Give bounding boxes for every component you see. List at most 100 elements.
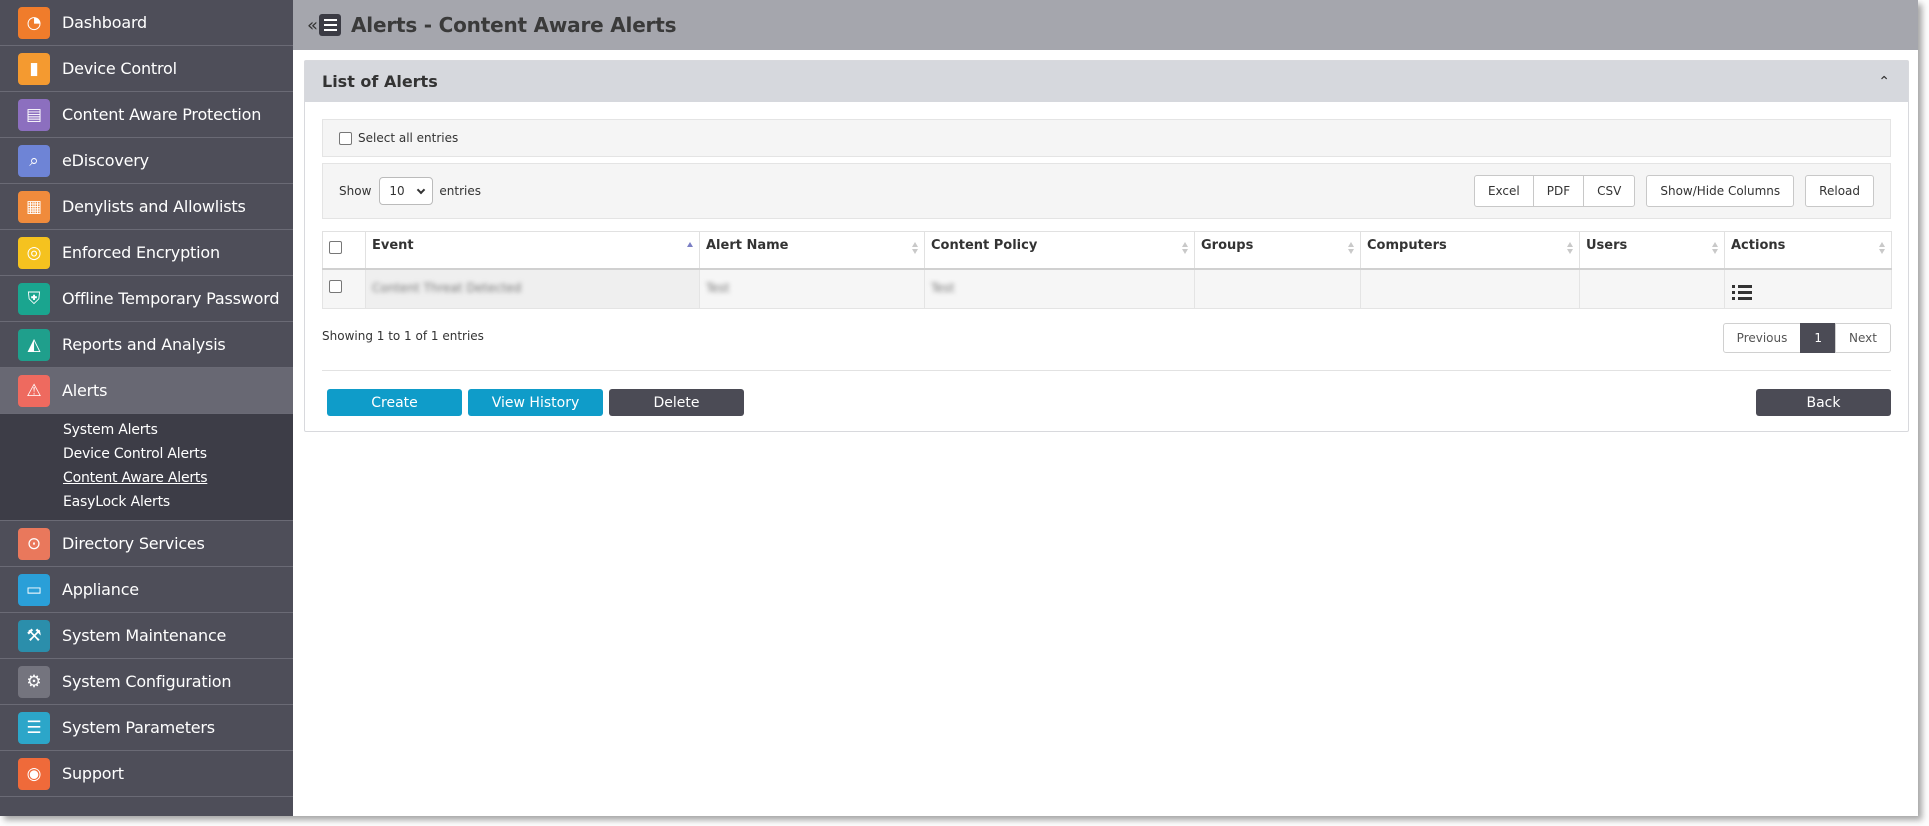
chevron-down-icon [417,185,426,195]
page-title: Alerts - Content Aware Alerts [351,13,677,37]
table-row[interactable]: Content Threat Detected Test Test [322,268,1892,309]
show-label: Show [339,184,372,198]
table-toolbar: Show 10 entries Excel PDF CSV Show/Hide … [322,163,1891,219]
pagination-next-button[interactable]: Next [1835,323,1891,353]
directory-icon: ⊙ [18,527,50,560]
sidebar-item-directory-services[interactable]: ⊙ Directory Services [0,521,293,567]
column-header-label: Alert Name [706,238,789,253]
top-bar: « Alerts - Content Aware Alerts [293,0,1918,50]
document-lock-icon: ▤ [18,98,50,131]
content-policy-value: Test [931,281,955,296]
sidebar-item-reports-and-analysis[interactable]: ◭ Reports and Analysis [0,322,293,368]
double-chevron-left-icon: « [307,14,319,36]
cell-users [1579,268,1725,309]
delete-button[interactable]: Delete [609,389,744,416]
column-header-label: Computers [1367,238,1447,253]
row-checkbox-cell [322,268,366,309]
appliance-icon: ▭ [18,573,50,606]
sidebar-item-enforced-encryption[interactable]: ◎ Enforced Encryption [0,230,293,276]
cell-alert-name: Test [699,268,925,309]
create-button[interactable]: Create [327,389,462,416]
sidebar-item-ediscovery[interactable]: ⌕ eDiscovery [0,138,293,184]
gear-icon: ⚙ [18,665,50,698]
sort-icon [1712,241,1719,255]
sidebar-item-dashboard[interactable]: ◔ Dashboard [0,0,293,46]
export-button-group: Excel PDF CSV [1473,175,1636,207]
sidebar-item-label: System Parameters [62,718,215,737]
sidebar-item-label: eDiscovery [62,151,149,170]
entries-length-select[interactable]: 10 [379,177,434,205]
sort-icon [1182,241,1189,255]
divider [322,370,1891,371]
alert-name-value: Test [706,281,730,296]
sidebar-item-alerts[interactable]: ⚠ Alerts [0,368,293,414]
app-window: ◔ Dashboard ▮ Device Control ▤ Content Aware … [0,0,1918,816]
sidebar-subitem-content-aware-alerts[interactable]: Content Aware Alerts [0,466,293,490]
column-header-users[interactable]: Users [1579,231,1725,270]
sidebar-item-label: Directory Services [62,534,205,553]
sidebar-item-label: Dashboard [62,13,148,32]
table-header-row: Event Alert Name Content Policy Groups C… [322,231,1892,270]
column-header-groups[interactable]: Groups [1194,231,1361,270]
cell-event: Content Threat Detected [365,268,700,309]
entries-length-value: 10 [389,184,405,198]
sidebar-item-label: Device Control [62,59,177,78]
sidebar-item-denylists-and-allowlists[interactable]: ▦ Denylists and Allowlists [0,184,293,230]
sidebar-item-device-control[interactable]: ▮ Device Control [0,46,293,92]
view-history-button[interactable]: View History [468,389,603,416]
column-header-actions[interactable]: Actions [1724,231,1892,270]
sidebar-toggle-button[interactable]: « [307,14,342,36]
show-hide-columns-button[interactable]: Show/Hide Columns [1646,175,1795,207]
select-all-label: Select all entries [358,131,459,145]
pagination-previous-button[interactable]: Previous [1722,323,1802,353]
alerts-table: Event Alert Name Content Policy Groups C… [322,231,1892,309]
panel-header: List of Alerts ⌃ [305,61,1908,102]
select-all-checkbox[interactable] [339,131,352,145]
reload-button[interactable]: Reload [1805,175,1874,207]
sidebar-subitem-easylock-alerts[interactable]: EasyLock Alerts [0,490,293,514]
collapse-panel-icon[interactable]: ⌃ [1878,74,1890,90]
table-info-text: Showing 1 to 1 of 1 entries [322,329,484,343]
panel-title: List of Alerts [322,72,438,91]
sidebar-item-support[interactable]: ◉ Support [0,751,293,797]
back-button[interactable]: Back [1756,389,1891,416]
actions-menu-icon[interactable] [1732,285,1752,301]
column-header-alert-name[interactable]: Alert Name [699,231,925,270]
telescope-icon: ⌕ [18,144,50,177]
row-select-checkbox[interactable] [329,280,342,294]
cell-computers [1360,268,1580,309]
sidebar-item-system-maintenance[interactable]: ⚒ System Maintenance [0,613,293,659]
excel-export-button[interactable]: Excel [1473,175,1534,207]
dashboard-icon: ◔ [18,6,50,39]
pagination-page-1[interactable]: 1 [1800,323,1837,353]
sidebar-item-content-aware-protection[interactable]: ▤ Content Aware Protection [0,92,293,138]
sidebar-item-label: System Maintenance [62,626,227,645]
column-header-computers[interactable]: Computers [1360,231,1580,270]
header-checkbox-cell [322,231,366,270]
chart-icon: ◭ [18,328,50,361]
lifebuoy-icon: ◉ [18,757,50,790]
sidebar-item-label: Alerts [62,381,108,400]
sidebar-item-system-parameters[interactable]: ☰ System Parameters [0,705,293,751]
hamburger-menu-icon [319,14,342,36]
sidebar-item-appliance[interactable]: ▭ Appliance [0,567,293,613]
sidebar-item-system-configuration[interactable]: ⚙ System Configuration [0,659,293,705]
csv-export-button[interactable]: CSV [1583,175,1636,207]
pagination: Previous 1 Next [1722,323,1891,353]
warning-icon: ⚠ [18,374,50,407]
header-select-checkbox[interactable] [329,241,342,255]
parameters-icon: ☰ [18,711,50,744]
column-header-label: Actions [1731,238,1786,253]
column-header-event[interactable]: Event [365,231,700,270]
cell-content-policy: Test [924,268,1195,309]
sidebar-item-offline-temporary-password[interactable]: ⛨ Offline Temporary Password [0,276,293,322]
event-value: Content Threat Detected [372,281,522,296]
pdf-export-button[interactable]: PDF [1532,175,1585,207]
sort-icon [1567,241,1574,255]
sidebar-subitem-system-alerts[interactable]: System Alerts [0,418,293,442]
toolbar-buttons: Excel PDF CSV Show/Hide Columns Reload [1473,175,1874,207]
sidebar-subitem-device-control-alerts[interactable]: Device Control Alerts [0,442,293,466]
column-header-content-policy[interactable]: Content Policy [924,231,1195,270]
column-header-label: Content Policy [931,238,1038,253]
cell-actions [1724,268,1892,309]
